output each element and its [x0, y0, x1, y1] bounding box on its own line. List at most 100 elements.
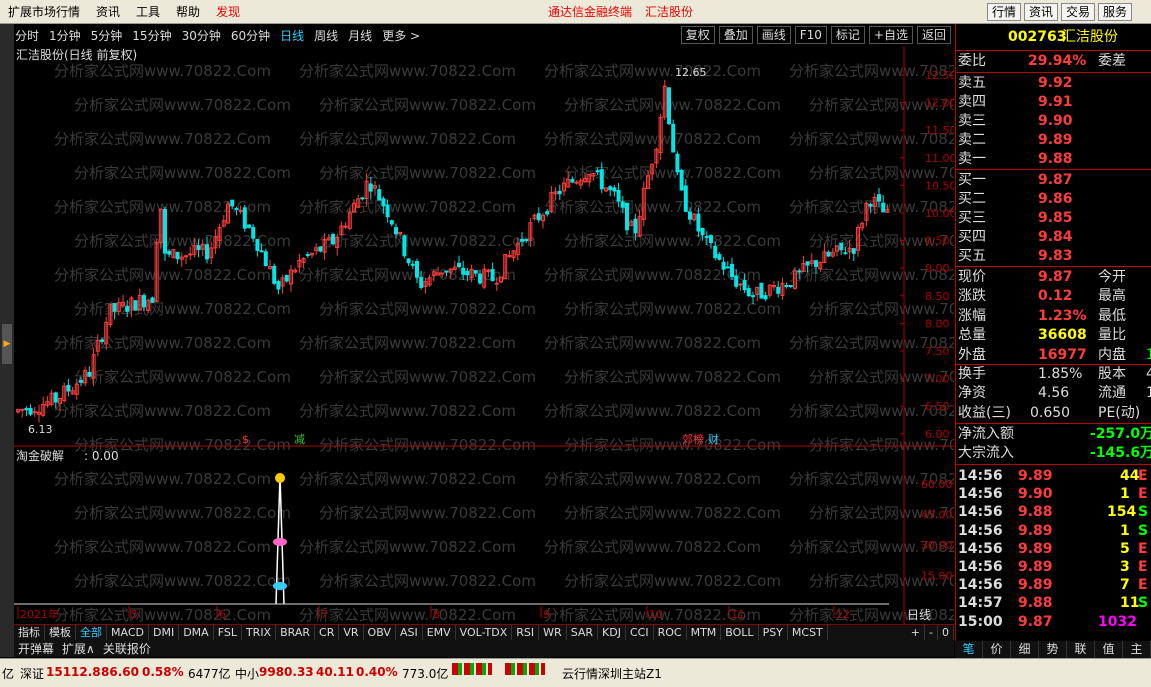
btn-danmaku[interactable]: 开弹幕	[14, 640, 58, 657]
tool-overlay[interactable]: 叠加	[718, 26, 753, 44]
candle-body	[683, 185, 688, 212]
indicator-tab-wr[interactable]: WR	[539, 625, 567, 640]
candle-body	[570, 179, 575, 183]
candle-body	[633, 218, 638, 234]
btn-expand[interactable]: 扩展∧	[58, 640, 99, 657]
marker-finance[interactable]: 财	[708, 432, 719, 446]
candle-body	[805, 261, 810, 266]
bid-row: 买三 9.85	[958, 210, 1073, 226]
period-tab[interactable]: 15分钟	[127, 27, 176, 44]
period-tab[interactable]: 5分钟	[86, 27, 128, 44]
indicator-tab-vol-tdx[interactable]: VOL-TDX	[456, 625, 513, 640]
indicator-tab-macd[interactable]: MACD	[107, 625, 149, 640]
indicator-tab-obv[interactable]: OBV	[364, 625, 396, 640]
indicator-tab-roc[interactable]: ROC	[654, 625, 687, 640]
quote-tab[interactable]: 细	[1011, 641, 1039, 658]
btn-trade[interactable]: 交易	[1061, 3, 1096, 21]
menu-discover[interactable]: 发现	[208, 0, 248, 24]
watermark-text: 分析家公式网www.70822.Com	[74, 300, 291, 318]
period-tab[interactable]: 周线	[309, 27, 343, 44]
indicator-tab-cr[interactable]: CR	[315, 625, 340, 640]
zoom-button[interactable]: 0	[938, 625, 954, 640]
menu-news[interactable]: 资讯	[88, 0, 128, 24]
zoom-button[interactable]: +	[907, 625, 926, 640]
btn-news[interactable]: 资讯	[1024, 3, 1059, 21]
quote-tab[interactable]: 笔	[955, 641, 983, 658]
marker-dollar[interactable]: $	[242, 433, 249, 446]
watermark-text: 分析家公式网www.70822.Com	[319, 96, 536, 114]
indicator-tab-boll[interactable]: BOLL	[721, 625, 759, 640]
indicator-tab-rsi[interactable]: RSI	[512, 625, 540, 640]
tool-mark[interactable]: 标记	[830, 26, 865, 44]
tick-row: 14:56 9.89 1 S	[958, 522, 1149, 539]
watermark-text: 分析家公式网www.70822.Com	[54, 130, 271, 148]
btn-service[interactable]: 服务	[1098, 3, 1133, 21]
indicator-tab-trix[interactable]: TRIX	[242, 625, 277, 640]
period-tab[interactable]: 1分钟	[44, 27, 86, 44]
candle-body	[242, 207, 247, 229]
stat-row: 总量 36608 量比	[958, 327, 1126, 344]
period-tab[interactable]: 30分钟	[177, 27, 226, 44]
low-label: 6.13	[28, 423, 53, 436]
indicator-tab-brar[interactable]: BRAR	[276, 625, 316, 640]
candle-body	[679, 169, 684, 191]
indicator-tab-mcst[interactable]: MCST	[788, 625, 828, 640]
indicator-tab-kdj[interactable]: KDJ	[598, 625, 626, 640]
candle-body	[196, 245, 201, 251]
period-tab[interactable]: 60分钟	[226, 27, 275, 44]
indicator-tab-asi[interactable]: ASI	[396, 625, 423, 640]
tick-row: 14:56 9.89 5 E	[958, 540, 1148, 557]
period-tab[interactable]: 分时	[10, 27, 44, 44]
quote-tab[interactable]: 势	[1039, 641, 1067, 658]
quote-tab[interactable]: 主	[1123, 641, 1151, 658]
indicator-tab-mtm[interactable]: MTM	[687, 625, 722, 640]
tick-row: 14:56 9.89 3 E	[958, 559, 1148, 575]
indicator-tab-dma[interactable]: DMA	[179, 625, 214, 640]
indicator-tab-fsl[interactable]: FSL	[214, 625, 242, 640]
menu-help[interactable]: 帮助	[168, 0, 208, 24]
tool-fuquan[interactable]: 复权	[680, 26, 715, 44]
indicator-tab-cci[interactable]: CCI	[626, 625, 654, 640]
marker-rank[interactable]: 郊榜	[682, 432, 704, 446]
candle-body	[368, 183, 373, 192]
period-tab-active[interactable]: 日线	[275, 27, 309, 44]
quote-tab[interactable]: 值	[1095, 641, 1123, 658]
stock-header: 002763 汇洁股份	[958, 28, 1151, 47]
indicator-tab-dmi[interactable]: DMI	[149, 625, 180, 640]
candle-body	[66, 384, 71, 392]
expand-arrow-icon[interactable]: ▶	[2, 324, 12, 364]
tool-add-watch[interactable]: +自选	[868, 26, 913, 44]
indicator-tab-全部[interactable]: 全部	[76, 625, 107, 640]
menu-tools[interactable]: 工具	[128, 0, 168, 24]
menu-market[interactable]: 扩展市场行情	[0, 0, 88, 24]
indicator-tab-psy[interactable]: PSY	[759, 625, 788, 640]
period-tab[interactable]: 月线	[343, 27, 377, 44]
btn-quotes[interactable]: 行情	[987, 3, 1022, 21]
price-tick-label: 10.00	[925, 207, 954, 220]
watermark-text: 分析家公式网www.70822.Com	[299, 334, 516, 352]
kline-chart[interactable]: 汇洁股份(日线 前复权) 分析家公式网www.70822.Com 分析家公式网ww…	[14, 46, 954, 624]
candle-body	[784, 285, 789, 288]
tool-draw[interactable]: 画线	[756, 26, 791, 44]
zoom-button[interactable]: -	[925, 625, 938, 640]
server-status[interactable]: 云行情深圳主站Z1	[562, 665, 662, 682]
marker-reduce[interactable]: 减	[294, 433, 305, 446]
tool-back[interactable]: 返回	[916, 26, 951, 44]
period-more[interactable]: 更多 >	[377, 27, 425, 44]
quote-tab[interactable]: 价	[983, 641, 1011, 658]
indicator-tab-指标[interactable]: 指标	[14, 625, 45, 640]
indicator-tab-sar[interactable]: SAR	[567, 625, 599, 640]
price-tick-label: 10.50	[925, 179, 954, 192]
quote-tab[interactable]: 联	[1067, 641, 1095, 658]
candle-body	[868, 204, 873, 207]
indicator-tab-模板[interactable]: 模板	[45, 625, 76, 640]
candle-body	[238, 210, 243, 213]
market-bar-icon	[452, 663, 492, 675]
btn-related-quote[interactable]: 关联报价	[99, 640, 155, 657]
watermark-text: 分析家公式网www.70822.Com	[54, 402, 271, 420]
indicator-tab-emv[interactable]: EMV	[423, 625, 456, 640]
stat-row: 收益(三) 0.650 PE(动)	[958, 404, 1141, 421]
tool-f10[interactable]: F10	[794, 26, 827, 44]
indicator-tab-vr[interactable]: VR	[339, 625, 364, 640]
ask-row: 卖一 9.88	[958, 151, 1073, 167]
